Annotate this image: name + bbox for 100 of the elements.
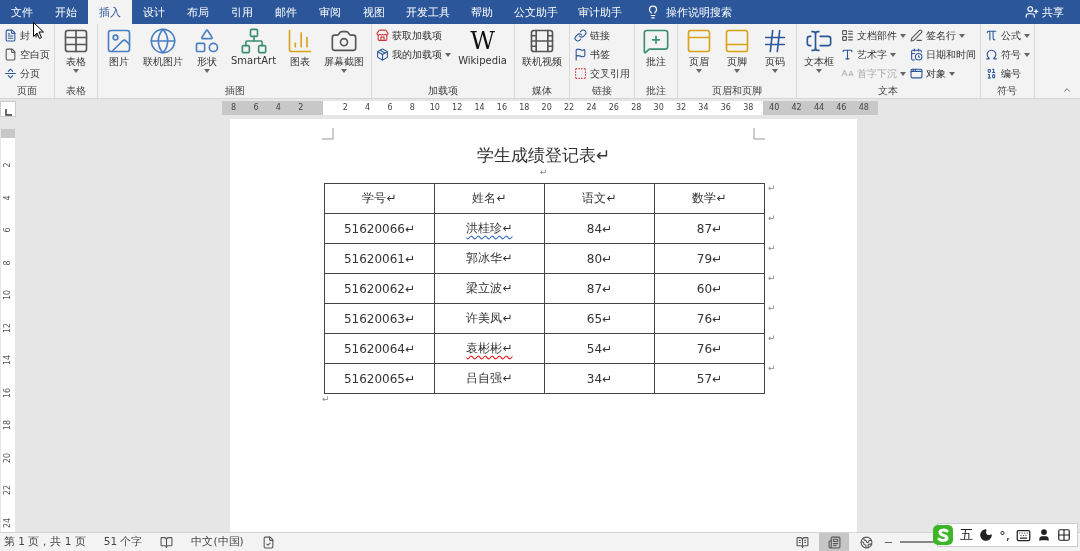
ribbon-button[interactable]: 对象 [909, 65, 976, 82]
search-field[interactable]: 操作说明搜索 [646, 0, 732, 24]
ribbon-button[interactable]: 链接 [573, 27, 630, 44]
table-header-cell: 数学↵ [655, 184, 765, 214]
ribbon-button[interactable]: 文本框 [800, 26, 837, 74]
caret-icon [73, 69, 79, 73]
wordart-icon [840, 48, 854, 61]
ribbon-button[interactable]: 页眉 [681, 26, 716, 74]
moon-icon[interactable] [979, 528, 994, 542]
document-title: 学生成绩登记表↵ [475, 144, 612, 167]
ribbon-button[interactable]: 编号 [984, 65, 1030, 82]
ribbon-tab[interactable]: 邮件 [264, 0, 308, 24]
ribbon-button[interactable]: 联机视频 [518, 26, 565, 70]
user-icon[interactable] [1037, 528, 1051, 542]
group-label: 加载项 [428, 84, 458, 98]
read-mode-icon [795, 535, 809, 549]
ribbon-tab[interactable]: 公文助手 [504, 0, 568, 24]
row-end-mark: ↵ [768, 273, 776, 283]
ribbon-button[interactable]: 签名行 [909, 27, 976, 44]
table-cell: 80↵ [545, 244, 655, 274]
table-cell: 51620062↵ [325, 274, 435, 304]
ribbon-button[interactable]: SmartArt [228, 26, 280, 67]
ribbon-button[interactable]: 日期和时间 [909, 46, 976, 63]
package-icon [376, 48, 390, 61]
vertical-ruler: 2 4 6 8 10 12 14 16 18 20 22 24 [1, 129, 15, 532]
ribbon-button[interactable]: 图表 [283, 26, 318, 70]
table-cell: 76↵ [655, 304, 765, 334]
tab-selector[interactable] [0, 101, 16, 117]
ribbon-button[interactable]: 页脚 [719, 26, 754, 74]
table-header-cell: 姓名↵ [435, 184, 545, 214]
page-count[interactable]: 第 1 页，共 1 页 [4, 535, 86, 549]
store-icon [376, 29, 390, 42]
ribbon-tab[interactable]: 设计 [132, 0, 176, 24]
caret-icon [899, 33, 906, 38]
web-layout-icon [859, 535, 873, 549]
table-cell: 51620065↵ [325, 364, 435, 394]
blank-page-icon [4, 48, 17, 61]
ribbon-button[interactable]: 交叉引用 [573, 65, 630, 82]
ribbon-button[interactable]: 书签 [573, 46, 630, 63]
table-cell: 87↵ [655, 214, 765, 244]
ribbon-tab[interactable]: 布局 [176, 0, 220, 24]
ribbon-button[interactable]: 表格 [59, 26, 93, 74]
caret-icon [815, 69, 822, 73]
group-label: 批注 [645, 84, 666, 98]
ribbon-button[interactable]: 联机图片 [140, 26, 186, 70]
group-label: 媒体 [531, 84, 552, 98]
ribbon-button[interactable]: 我的加载项 [376, 46, 452, 63]
lightbulb-icon [646, 5, 660, 19]
word-count[interactable]: 51 个字 [103, 535, 143, 549]
caret-icon [889, 52, 896, 57]
ribbon-button[interactable]: 空白页 [4, 46, 50, 63]
row-end-mark: ↵ [768, 243, 776, 253]
language-indicator[interactable]: 中文(中国) [191, 535, 244, 549]
margin-corner-icon [322, 128, 334, 140]
collapse-icon[interactable] [1062, 85, 1072, 95]
ribbon-tab[interactable]: 文件 [0, 0, 44, 24]
view-button[interactable] [819, 533, 849, 551]
table-cell: 吕自强↵ [435, 364, 545, 394]
grid-icon[interactable] [1057, 528, 1071, 542]
table-cell: 57↵ [655, 364, 765, 394]
ribbon-tab[interactable]: 引用 [220, 0, 264, 24]
ribbon-tab[interactable]: 开发工具 [396, 0, 460, 24]
keyboard-icon[interactable] [1016, 527, 1031, 543]
ribbon-tab[interactable]: 插入 [88, 0, 132, 24]
caret-icon [445, 52, 452, 57]
table-cell: 洪桂珍↵ [435, 214, 545, 244]
ribbon-tab[interactable]: 帮助 [460, 0, 504, 24]
caret-icon [341, 69, 348, 73]
ribbon-button[interactable]: 获取加载项 [376, 27, 452, 44]
row-end-mark: ↵ [768, 363, 776, 373]
table-cell: 54↵ [545, 334, 655, 364]
input-mode[interactable]: 五 [960, 526, 974, 544]
ribbon-tab[interactable]: 视图 [352, 0, 396, 24]
ribbon-button[interactable]: 符号 [984, 46, 1030, 63]
ribbon-button[interactable]: W Wikipedia [455, 26, 510, 67]
share-button[interactable]: 共享 [1025, 0, 1064, 24]
ribbon-button[interactable]: 批注 [638, 26, 673, 70]
ime-logo-icon[interactable] [932, 524, 955, 546]
ribbon-button[interactable]: 文档部件 [840, 27, 906, 44]
paragraph-mark: ↵ [322, 394, 330, 404]
ribbon-button[interactable]: 屏幕截图 [321, 26, 368, 74]
caret-icon [899, 71, 906, 76]
ribbon-button[interactable]: 图片 [102, 26, 136, 70]
ribbon-button[interactable]: 艺术字 [840, 46, 906, 63]
caret-icon [204, 69, 210, 73]
ribbon-button[interactable]: 封 [4, 27, 50, 44]
caret-icon [1023, 33, 1030, 38]
ribbon-tab[interactable]: 审阅 [308, 0, 352, 24]
ribbon-button[interactable]: 分页 [4, 65, 50, 82]
tab-stop-icon [4, 109, 12, 116]
table-header-cell: 学号↵ [325, 184, 435, 214]
ribbon-button[interactable]: 页码 [757, 26, 792, 74]
table-cell: 梁立波↵ [435, 274, 545, 304]
ribbon-button[interactable]: 形状 [190, 26, 224, 74]
proofing-icon[interactable] [160, 535, 174, 549]
macro-icon[interactable] [261, 535, 275, 549]
ribbon-button[interactable]: 公式 [984, 27, 1030, 44]
ribbon-tab[interactable]: 开始 [44, 0, 88, 24]
punctuation-mode[interactable]: °, [999, 527, 1010, 543]
ribbon-tab[interactable]: 审计助手 [568, 0, 632, 24]
